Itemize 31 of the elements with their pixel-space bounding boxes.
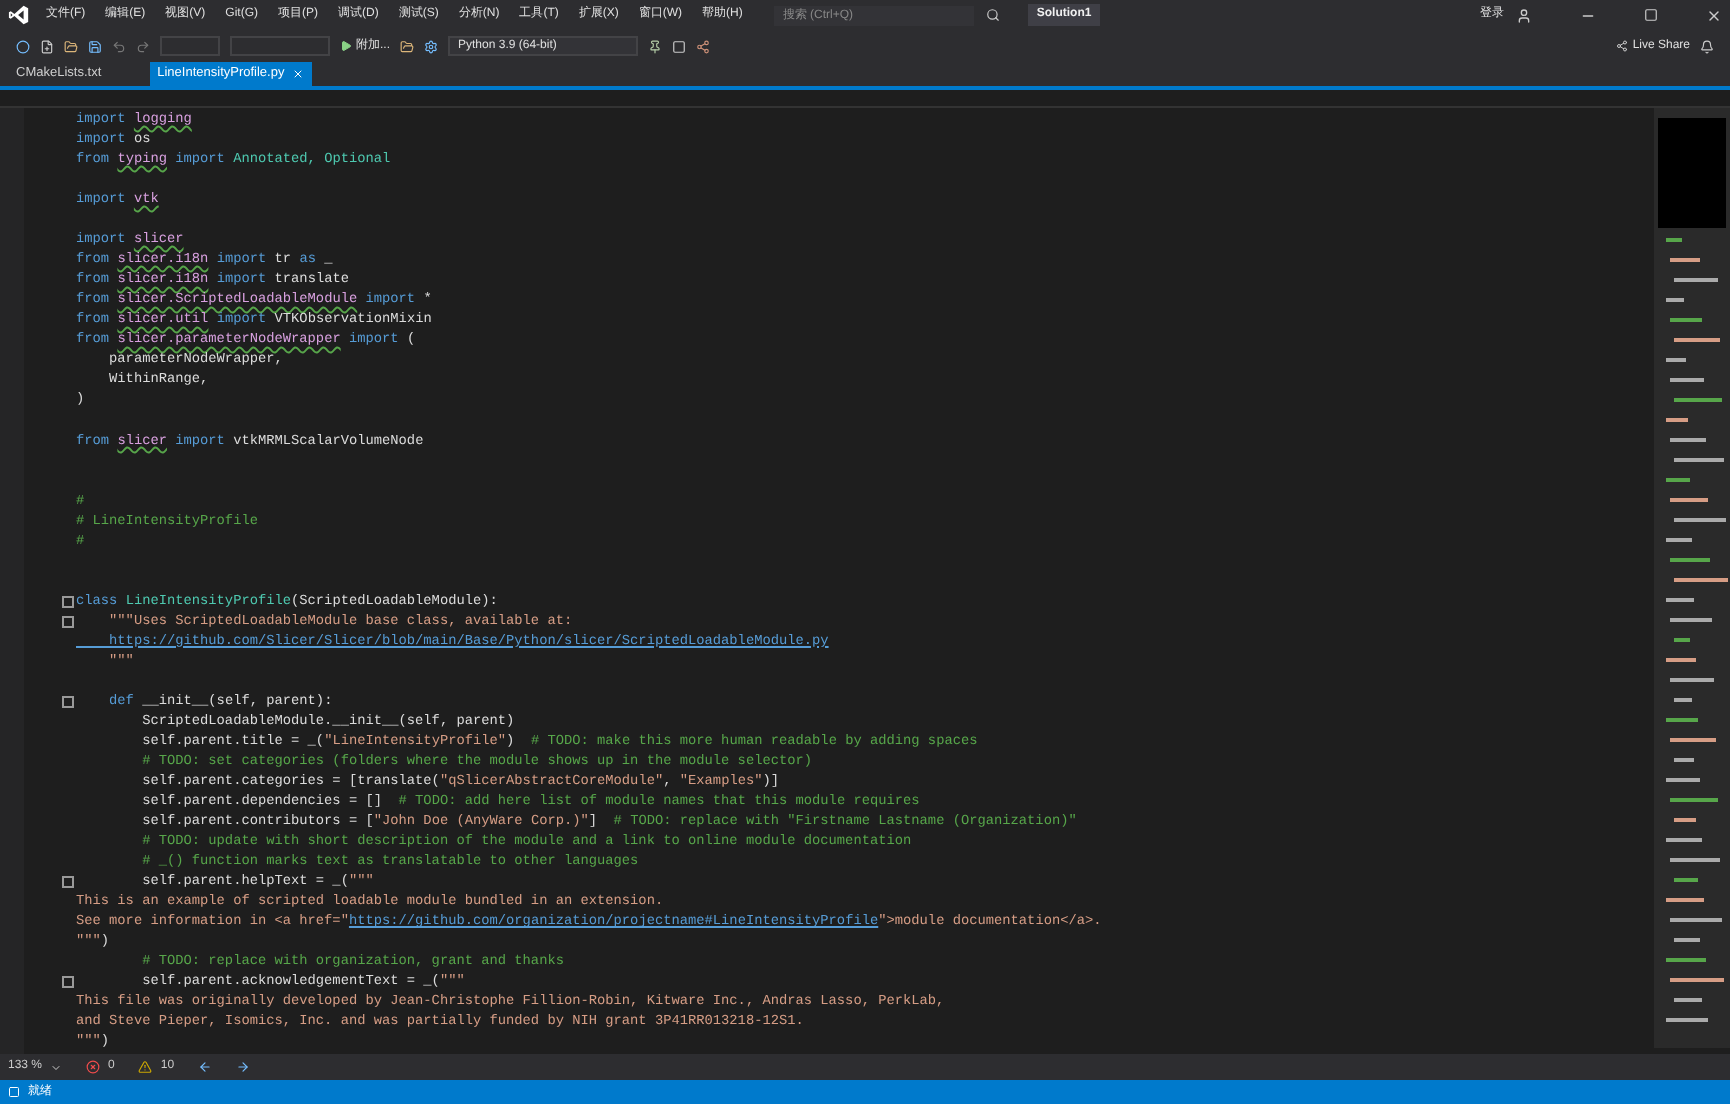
window-icon[interactable] — [672, 39, 687, 53]
share-icon[interactable] — [696, 39, 711, 53]
undo-icon[interactable] — [112, 39, 126, 53]
close-tab-icon[interactable] — [292, 68, 305, 80]
close-icon[interactable] — [1706, 7, 1722, 23]
folder-icon[interactable] — [64, 39, 78, 53]
fold-toggle[interactable] — [62, 695, 74, 708]
fold-toggle[interactable] — [62, 876, 74, 889]
save-icon[interactable] — [88, 39, 102, 53]
gear-icon[interactable] — [424, 39, 439, 53]
pin-icon[interactable] — [648, 39, 663, 53]
caret-icon[interactable] — [50, 1061, 63, 1073]
search-icon[interactable] — [986, 8, 1001, 22]
forward-icon[interactable] — [236, 1060, 251, 1074]
play-icon[interactable] — [340, 40, 352, 52]
warning-icon — [138, 1060, 153, 1074]
fold-toggle[interactable] — [62, 976, 74, 989]
back-icon[interactable] — [198, 1060, 213, 1074]
status-icon — [8, 1086, 20, 1098]
new-file-icon[interactable] — [40, 39, 54, 53]
folder-icon[interactable] — [400, 39, 415, 53]
feedback-icon[interactable] — [1700, 39, 1714, 53]
circle-icon[interactable] — [16, 39, 30, 53]
share-icon[interactable] — [1616, 40, 1629, 52]
account-icon[interactable] — [1516, 7, 1532, 23]
fold-toggle[interactable] — [62, 615, 74, 628]
logo-icon — [8, 4, 30, 26]
redo-icon[interactable] — [136, 39, 150, 53]
error-icon — [86, 1060, 101, 1074]
maximize-icon[interactable] — [1644, 8, 1658, 22]
fold-toggle[interactable] — [62, 595, 74, 608]
